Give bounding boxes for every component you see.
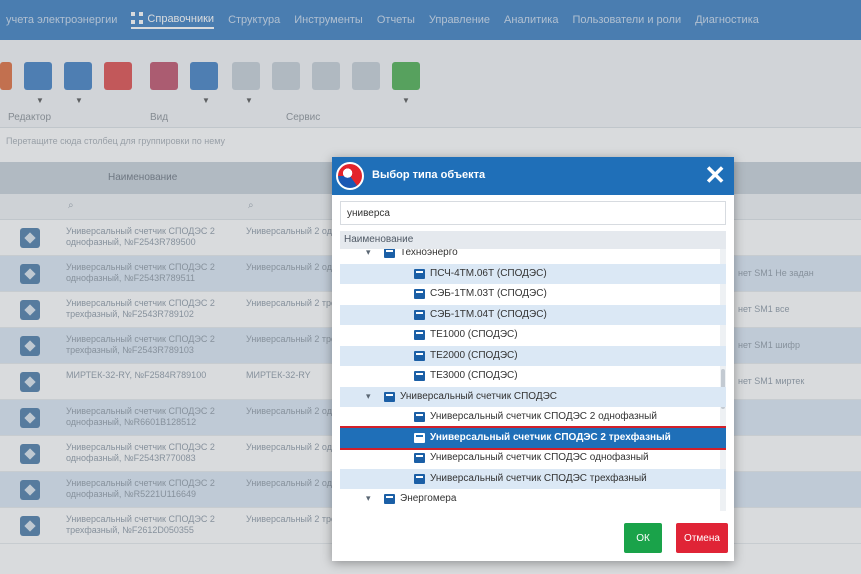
tree-item-label: СЭБ-1ТМ.04Т (СПОДЭС) — [430, 308, 547, 320]
meter-icon — [414, 289, 425, 299]
object-type-tree[interactable]: ▾ Техноэнерго ПСЧ-4ТМ.06Т (СПОДЭС) СЭБ-1ТМ.… — [340, 249, 726, 511]
meter-icon — [414, 473, 425, 484]
tree-item-label: Техноэнерго — [400, 249, 458, 258]
expand-icon[interactable]: ▾ — [366, 493, 371, 504]
close-icon[interactable]: ✕ — [704, 161, 726, 189]
tree-item[interactable]: ТЕ3000 (СПОДЭС) — [340, 366, 726, 386]
tree-item[interactable]: ПСЧ-4ТМ.06Т (СПОДЭС) — [340, 263, 726, 284]
search-input[interactable] — [340, 201, 726, 225]
meter-icon — [414, 330, 425, 340]
tree-item-label: Универсальный счетчик СПОДЭС трехфазный — [430, 472, 647, 484]
cancel-button[interactable]: Отмена — [676, 523, 728, 553]
meter-icon — [414, 412, 425, 422]
meter-icon — [414, 350, 425, 361]
folder-icon — [384, 249, 395, 258]
tree-item[interactable]: ТЕ2000 (СПОДЭС) — [340, 345, 726, 366]
tree-item[interactable]: Универсальный счетчик СПОДЭС трехфазный — [340, 468, 726, 489]
tree-item-label: Универсальный счетчик СПОДЭС 2 однофазны… — [430, 411, 657, 422]
meter-icon — [414, 268, 425, 279]
meter-icon — [414, 453, 425, 463]
tree-group[interactable]: ▾ Техноэнерго — [340, 249, 726, 263]
tree-item-label: СЭБ-1ТМ.03Т (СПОДЭС) — [430, 288, 547, 299]
meter-icon — [414, 371, 425, 381]
tree-column-header: Наименование — [340, 231, 726, 249]
tree-item-label: ТЕ3000 (СПОДЭС) — [430, 370, 518, 381]
tree-item-label: Универсальный счетчик СПОДЭС однофазный — [430, 452, 649, 463]
meter-icon — [414, 432, 425, 443]
expand-icon[interactable]: ▾ — [366, 249, 371, 258]
tree-item-label: Универсальный счетчик СПОДЭС 2 трехфазны… — [430, 431, 671, 443]
tree-item-label: ПСЧ-4ТМ.06Т (СПОДЭС) — [430, 267, 547, 279]
tree-group[interactable]: ▾ Энергомера — [340, 489, 726, 509]
tree-item[interactable]: Универсальный счетчик СПОДЭС 2 трехфазны… — [340, 425, 726, 450]
tree-item-label: ТЕ2000 (СПОДЭС) — [430, 349, 518, 361]
folder-icon — [384, 391, 395, 402]
dialog-title: Выбор типа объекта — [372, 169, 486, 181]
tree-item-label: Энергомера — [400, 493, 457, 504]
tree-item[interactable]: СЭБ-1ТМ.03Т (СПОДЭС) — [340, 284, 726, 304]
expand-icon[interactable]: ▾ — [366, 391, 371, 402]
tree-group[interactable]: ▾ Универсальный счетчик СПОДЭС — [340, 386, 726, 407]
tree-item-label: Универсальный счетчик СПОДЭС — [400, 390, 558, 402]
tree-item[interactable]: Универсальный счетчик СПОДЭС 2 однофазны… — [340, 407, 726, 427]
object-type-dialog: Выбор типа объекта ✕ Наименование ▾ Техно… — [332, 157, 734, 561]
tree-item[interactable]: СЭБ-1ТМ.04Т (СПОДЭС) — [340, 304, 726, 325]
meter-icon — [414, 309, 425, 320]
tree-item[interactable]: Универсальный счетчик СПОДЭС однофазный — [340, 448, 726, 468]
tree-item-label: ТЕ1000 (СПОДЭС) — [430, 329, 518, 340]
ok-button[interactable]: ОК — [624, 523, 662, 553]
dialog-header: Выбор типа объекта ✕ — [332, 157, 734, 195]
logo-icon — [336, 162, 364, 190]
tree-item[interactable]: ТЕ1000 (СПОДЭС) — [340, 325, 726, 345]
folder-icon — [384, 494, 395, 504]
